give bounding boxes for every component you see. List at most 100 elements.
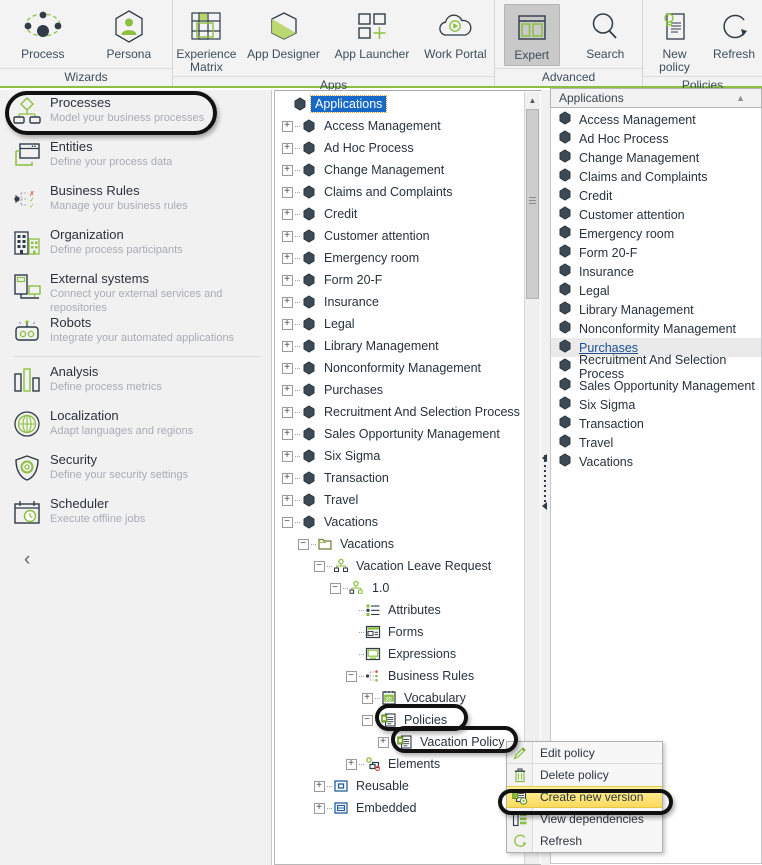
application-list-item[interactable]: Emergency room [551,224,761,243]
application-list-item[interactable]: Recruitment And Selection Process [551,353,761,381]
tree-expander[interactable]: + [281,164,293,176]
tree-expander[interactable]: + [281,142,293,154]
ribbon-button-search[interactable]: Search [577,4,633,63]
scroll-up-button[interactable]: ▲ [525,92,540,108]
tree-node[interactable]: − Vacation Leave Request [275,555,525,577]
application-list-item[interactable]: Nonconformity Management [551,319,761,338]
context-menu-item[interactable]: Refresh [507,830,662,852]
tree-node[interactable]: − Business Rules [275,665,525,687]
applications-list-header[interactable]: Applications ▲ [550,88,762,108]
tree-expander[interactable]: + [281,230,293,242]
ribbon-button-app-designer[interactable]: App Designer [241,4,326,63]
tree-node[interactable]: + Embedded [275,797,525,819]
application-list-item[interactable]: Ad Hoc Process [551,129,761,148]
tree-expander[interactable]: + [281,406,293,418]
tree-node[interactable]: + Travel [275,489,525,511]
application-list-item[interactable]: Travel [551,433,761,452]
sidebar-item-localization[interactable]: Localization Adapt languages and regions [0,403,271,447]
sidebar-collapse-button[interactable]: ‹ [0,535,271,571]
sidebar-item-organization[interactable]: Organization Define process participants [0,222,271,266]
ribbon-button-work-portal[interactable]: Work Portal [418,4,492,63]
tree-node[interactable]: + Emergency room [275,247,525,269]
tree-node[interactable]: + Vacation Policy [275,731,525,753]
ribbon-button-experience-matrix[interactable]: Experience Matrix [174,4,238,76]
tree-expander[interactable]: + [345,758,357,770]
tree-node[interactable]: − Vacations [275,511,525,533]
tree-node[interactable]: + Ad Hoc Process [275,137,525,159]
tree-node[interactable]: + Elements [275,753,525,775]
tree-expander[interactable]: + [281,472,293,484]
tree-node[interactable]: + Six Sigma [275,445,525,467]
tree-expander[interactable]: + [281,120,293,132]
tree-node[interactable]: − Vacations [275,533,525,555]
ribbon-button-refresh[interactable]: Refresh [706,4,762,63]
application-list-item[interactable]: Claims and Complaints [551,167,761,186]
application-list-item[interactable]: Insurance [551,262,761,281]
scrollbar-thumb[interactable] [526,109,539,299]
tree-expander[interactable]: + [281,186,293,198]
sidebar-item-entities[interactable]: Entities Define your process data [0,134,271,178]
tree-node[interactable]: + Purchases [275,379,525,401]
tree-expander[interactable]: + [377,736,389,748]
tree-node[interactable]: + Nonconformity Management [275,357,525,379]
application-list-item[interactable]: Transaction [551,414,761,433]
tree-node[interactable]: − Policies [275,709,525,731]
tree-expander[interactable]: + [281,450,293,462]
tree-node[interactable]: Expressions [275,643,525,665]
application-list-item[interactable]: Vacations [551,452,761,471]
tree-node[interactable]: + Recruitment And Selection Process [275,401,525,423]
tree-node[interactable]: + Claims and Complaints [275,181,525,203]
splitter-collapse-arrow-bottom[interactable] [542,502,547,510]
tree-expander[interactable]: + [281,318,293,330]
tree-expander[interactable]: + [281,296,293,308]
tree-node[interactable]: + Legal [275,313,525,335]
tree-node[interactable]: + Transaction [275,467,525,489]
tree-node[interactable]: + ab Vocabulary [275,687,525,709]
tree-expander[interactable]: + [281,384,293,396]
application-list-item[interactable]: Credit [551,186,761,205]
tree-expander[interactable]: − [281,516,293,528]
sidebar-item-analysis[interactable]: Analysis Define process metrics [0,359,271,403]
application-list-item[interactable]: Form 20-F [551,243,761,262]
tree-node[interactable]: + Customer attention [275,225,525,247]
application-list-item[interactable]: Customer attention [551,205,761,224]
tree-expander[interactable]: − [361,714,373,726]
tree-expander[interactable]: + [281,274,293,286]
tree-expander[interactable]: + [313,802,325,814]
ribbon-button-expert[interactable]: Expert [503,4,560,66]
tree-node[interactable]: − 1.0 [275,577,525,599]
tree-node[interactable]: + Change Management [275,159,525,181]
tree-node[interactable]: + Credit [275,203,525,225]
context-menu-item[interactable]: Create new version [507,786,662,808]
tree-expander[interactable]: − [329,582,341,594]
tree-node[interactable]: + Library Management [275,335,525,357]
sidebar-item-robots[interactable]: Robots Integrate your automated applicat… [0,310,271,354]
tree-expander[interactable]: + [281,494,293,506]
application-list-item[interactable]: Access Management [551,110,761,129]
sidebar-item-security[interactable]: Security Define your security settings [0,447,271,491]
tree-expander[interactable]: + [281,252,293,264]
application-list-item[interactable]: Legal [551,281,761,300]
tree-expander[interactable]: + [281,362,293,374]
sidebar-item-processes[interactable]: Processes Model your business processes [0,90,271,134]
tree-expander[interactable]: + [313,780,325,792]
tree-node[interactable]: Attributes [275,599,525,621]
application-list-item[interactable]: Library Management [551,300,761,319]
tree-expander[interactable]: − [313,560,325,572]
tree-node[interactable]: + Access Management [275,115,525,137]
tree-node-root[interactable]: Applications [275,93,525,115]
tree-expander[interactable]: − [297,538,309,550]
tree-node[interactable]: + Insurance [275,291,525,313]
application-list-item[interactable]: Six Sigma [551,395,761,414]
tree-node[interactable]: + Sales Opportunity Management [275,423,525,445]
context-menu-item[interactable]: Delete policy [507,764,662,786]
sidebar-item-business-rules[interactable]: ✗ ✓ ✓ Business Rules Manage your busines… [0,178,271,222]
tree-node[interactable]: + Reusable [275,775,525,797]
context-menu-item[interactable]: View dependencies [507,808,662,830]
context-menu-item[interactable]: Edit policy [507,742,662,764]
sidebar-item-scheduler[interactable]: Scheduler Execute offline jobs [0,491,271,535]
sidebar-item-external-systems[interactable]: External systems Connect your external s… [0,266,271,314]
ribbon-button-new-policy[interactable]: New policy [643,4,706,76]
application-list-item[interactable]: Sales Opportunity Management [551,376,761,395]
ribbon-button-persona[interactable]: Persona [100,4,157,63]
